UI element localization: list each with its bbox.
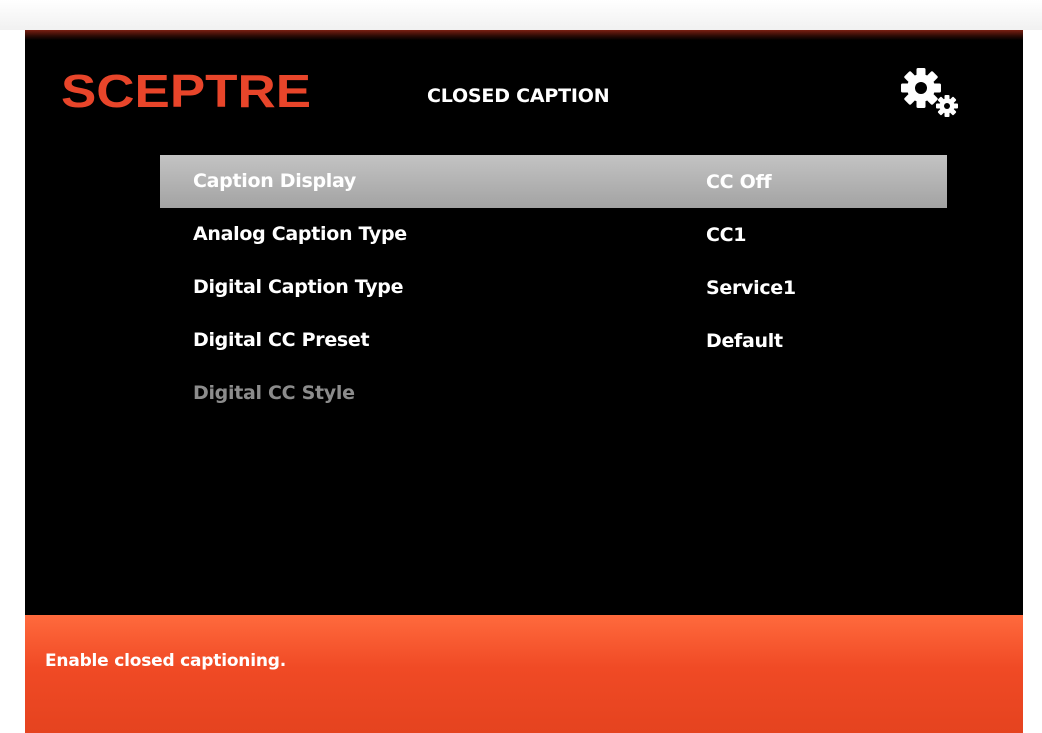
tv-screen: SCEPTRE CLOSED CAPTION Caption Display C… [25,30,1023,733]
menu-item-value: CC1 [706,224,747,246]
top-strip [0,0,1042,30]
help-bar: Enable closed captioning. [25,615,1023,733]
menu-item-digital-caption-type[interactable]: Digital Caption Type Service1 [160,261,947,314]
menu-item-label: Digital CC Preset [193,329,370,351]
svg-text:SCEPTRE: SCEPTRE [61,70,311,112]
page-title: CLOSED CAPTION [427,85,610,107]
menu-item-digital-cc-preset[interactable]: Digital CC Preset Default [160,314,947,367]
menu-item-digital-cc-style: Digital CC Style [160,367,947,420]
menu-item-caption-display[interactable]: Caption Display CC Off [160,155,947,208]
menu-item-label: Analog Caption Type [193,223,407,245]
menu-item-value: CC Off [706,171,772,193]
menu-item-analog-caption-type[interactable]: Analog Caption Type CC1 [160,208,947,261]
menu-item-value: Default [706,330,783,352]
menu-item-label: Digital CC Style [193,382,355,404]
sceptre-logo: SCEPTRE [61,70,311,112]
screen-top-glow [25,30,1023,40]
menu-item-label: Caption Display [193,170,356,192]
gears-icon [901,68,958,117]
menu-item-label: Digital Caption Type [193,276,404,298]
caption-menu-list: Caption Display CC Off Analog Caption Ty… [160,155,947,420]
help-text: Enable closed captioning. [45,651,286,671]
menu-item-value: Service1 [706,277,796,299]
